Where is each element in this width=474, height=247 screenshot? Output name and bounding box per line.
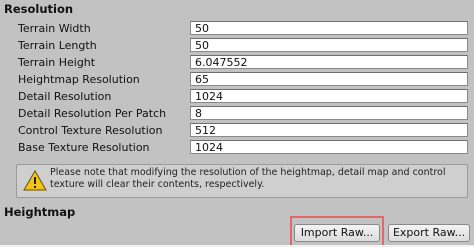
terrain-height-field[interactable]: 6.047552 xyxy=(190,55,468,69)
detail-resolution-field[interactable]: 1024 xyxy=(190,89,468,103)
base-texture-resolution-label: Base Texture Resolution xyxy=(18,141,150,154)
control-texture-resolution-label: Control Texture Resolution xyxy=(18,124,163,137)
detail-resolution-label: Detail Resolution xyxy=(18,90,112,103)
terrain-length-label: Terrain Length xyxy=(18,39,97,52)
terrain-width-field[interactable]: 50 xyxy=(190,21,468,35)
terrain-length-field[interactable]: 50 xyxy=(190,38,468,52)
terrain-height-label: Terrain Height xyxy=(18,56,96,69)
resolution-warning-box: Please note that modifying the resolutio… xyxy=(16,164,468,198)
resolution-fields: Terrain Width 50 Terrain Length 50 Terra… xyxy=(0,20,474,156)
warning-triangle-icon xyxy=(23,170,47,191)
heightmap-resolution-label: Heightmap Resolution xyxy=(18,73,140,86)
detail-per-patch-row: Detail Resolution Per Patch 8 xyxy=(0,105,474,122)
detail-per-patch-label: Detail Resolution Per Patch xyxy=(18,107,167,120)
control-texture-resolution-row: Control Texture Resolution 512 xyxy=(0,122,474,139)
terrain-length-row: Terrain Length 50 xyxy=(0,37,474,54)
base-texture-resolution-row: Base Texture Resolution 1024 xyxy=(0,139,474,156)
detail-per-patch-field[interactable]: 8 xyxy=(190,106,468,120)
base-texture-resolution-field[interactable]: 1024 xyxy=(190,140,468,154)
terrain-height-row: Terrain Height 6.047552 xyxy=(0,54,474,71)
heightmap-heading: Heightmap xyxy=(4,205,76,219)
control-texture-resolution-field[interactable]: 512 xyxy=(190,123,468,137)
heightmap-resolution-field[interactable]: 65 xyxy=(190,72,468,86)
terrain-width-row: Terrain Width 50 xyxy=(0,20,474,37)
import-raw-button[interactable]: Import Raw... xyxy=(294,224,380,242)
export-raw-button[interactable]: Export Raw... xyxy=(388,224,470,242)
resolution-warning-text: Please note that modifying the resolutio… xyxy=(50,167,446,190)
detail-resolution-row: Detail Resolution 1024 xyxy=(0,88,474,105)
terrain-width-label: Terrain Width xyxy=(18,22,91,35)
heightmap-resolution-row: Heightmap Resolution 65 xyxy=(0,71,474,88)
resolution-heading: Resolution xyxy=(4,2,74,16)
